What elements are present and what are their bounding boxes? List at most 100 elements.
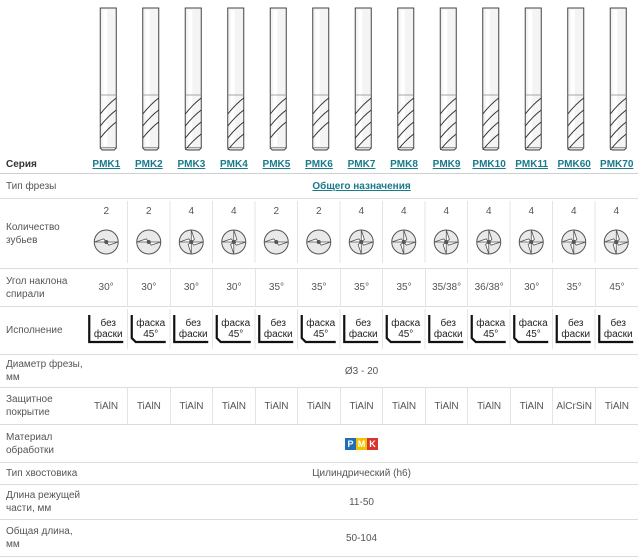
material-k-badge: K xyxy=(367,437,379,450)
series-link-pmk1[interactable]: PMK1 xyxy=(92,159,120,170)
teeth-count: 4 xyxy=(231,206,237,217)
series-link-pmk9[interactable]: PMK9 xyxy=(433,159,461,170)
cross-section-icon xyxy=(93,229,119,255)
edge-text: фаска xyxy=(221,317,250,329)
total-length-value: 50-104 xyxy=(85,519,638,557)
coating-value: TiAlN xyxy=(339,387,383,425)
edge-text: без xyxy=(186,317,202,329)
series-link-pmk10[interactable]: PMK10 xyxy=(472,159,505,170)
teeth-count: 2 xyxy=(316,206,322,217)
coating-value: TiAlN xyxy=(297,387,341,425)
edge-row: Исполнение без фаски фаска 45° без фаски фаска… xyxy=(0,306,638,355)
shank-value: Цилиндрический (h6) xyxy=(85,462,638,485)
edge-label: Исполнение xyxy=(0,306,86,355)
end-mill-image xyxy=(609,7,627,151)
edge-text: фаски xyxy=(434,328,463,340)
teeth-count: 4 xyxy=(401,206,407,217)
series-label: Серия xyxy=(0,155,86,174)
helix-value: 35° xyxy=(382,268,426,307)
end-mill-image xyxy=(567,7,585,151)
series-link-pmk70[interactable]: PMK70 xyxy=(600,159,633,170)
end-mill-image xyxy=(482,7,500,151)
edge-text: фаска xyxy=(136,317,165,329)
edge-cell: безфаски xyxy=(594,309,634,349)
teeth-count: 4 xyxy=(486,206,492,217)
series-link-pmk11[interactable]: PMK11 xyxy=(515,159,548,170)
end-mill-image xyxy=(227,7,245,151)
helix-value: 30° xyxy=(85,268,128,307)
edge-text: без xyxy=(271,317,287,329)
edge-cell: фаска45° xyxy=(127,309,166,349)
coating-value: TiAlN xyxy=(254,387,298,425)
helix-value: 30° xyxy=(169,268,213,307)
edge-text: без xyxy=(611,317,627,329)
edge-text: без xyxy=(568,317,584,329)
cross-section-icon xyxy=(306,229,332,255)
material-label: Материал обработки xyxy=(0,424,86,463)
teeth-cell: 4 xyxy=(552,201,587,263)
series-link-pmk7[interactable]: PMK7 xyxy=(348,159,376,170)
end-mill-image xyxy=(439,7,457,151)
helix-value: 35/38° xyxy=(424,268,468,307)
series-link-pmk6[interactable]: PMK6 xyxy=(305,159,333,170)
edge-text: 45° xyxy=(526,329,541,340)
edge-text: фаска xyxy=(476,317,505,329)
end-mill-image xyxy=(269,7,287,151)
teeth-cell: 4 xyxy=(339,201,374,263)
series-row: Серия PMK1 PMK2 PMK3 PMK4 PMK5 PMK6 PMK7… xyxy=(0,155,638,174)
helix-value: 36/38° xyxy=(467,268,511,307)
series-link-pmk8[interactable]: PMK8 xyxy=(390,159,418,170)
product-spec-page: Серия PMK1 PMK2 PMK3 PMK4 PMK5 PMK6 PMK7… xyxy=(0,0,640,557)
edge-cell: безфаски xyxy=(254,309,294,349)
edge-cell: безфаски xyxy=(88,315,124,344)
teeth-cell: 4 xyxy=(424,201,459,263)
cross-section-icon xyxy=(391,229,417,255)
series-link-pmk3[interactable]: PMK3 xyxy=(177,159,205,170)
cross-section-icon xyxy=(561,229,587,255)
series-link-pmk2[interactable]: PMK2 xyxy=(135,159,163,170)
teeth-cell: 4 xyxy=(509,201,544,263)
edge-text: без xyxy=(101,317,117,329)
teeth-row: Количество зубьев 2 2 4 4 2 2 4 4 4 4 4 4 4 xyxy=(0,198,638,269)
edge-cell: фаска45° xyxy=(467,309,506,349)
edge-cell: фаска45° xyxy=(297,309,336,349)
cross-section-icon xyxy=(178,229,204,255)
edge-cell: безфаски xyxy=(424,309,464,349)
coating-value: TiAlN xyxy=(594,387,638,425)
diameter-value: Ø3 - 20 xyxy=(85,354,638,388)
cross-section-icon xyxy=(136,229,162,255)
end-mill-image xyxy=(312,7,330,151)
cross-section-icon xyxy=(518,229,544,255)
helix-label: Угол наклона спирали xyxy=(0,268,86,307)
edge-text: фаски xyxy=(604,328,633,340)
helix-value: 35° xyxy=(339,268,383,307)
coating-row: Защитное покрытие TiAlN TiAlN TiAlN TiAl… xyxy=(0,387,638,425)
coating-value: TiAlN xyxy=(169,387,213,425)
edge-cell: фаска45° xyxy=(212,309,251,349)
teeth-cell: 4 xyxy=(212,201,247,263)
teeth-count: 4 xyxy=(614,206,620,217)
teeth-cell: 4 xyxy=(169,201,204,263)
total-length-row: Общая длина, мм 50-104 xyxy=(0,519,638,557)
series-link-pmk4[interactable]: PMK4 xyxy=(220,159,248,170)
teeth-label: Количество зубьев xyxy=(0,198,86,269)
coating-value: TiAlN xyxy=(85,387,128,425)
edge-text: фаски xyxy=(264,328,293,340)
shank-label: Тип хвостовика xyxy=(0,462,86,485)
edge-text: без xyxy=(356,317,372,329)
series-link-pmk5[interactable]: PMK5 xyxy=(263,159,291,170)
series-link-pmk60[interactable]: PMK60 xyxy=(557,159,590,170)
teeth-count: 2 xyxy=(274,206,280,217)
end-mill-image xyxy=(354,7,372,151)
edge-text: без xyxy=(441,317,457,329)
cross-section-icon xyxy=(433,229,459,255)
coating-value: TiAlN xyxy=(424,387,468,425)
total-length-label: Общая длина, мм xyxy=(0,519,86,557)
coating-value: TiAlN xyxy=(467,387,511,425)
type-value-link[interactable]: Общего назначения xyxy=(312,181,410,192)
edge-text: 45° xyxy=(398,329,413,340)
edge-cell: безфаски xyxy=(552,309,591,349)
helix-value: 35° xyxy=(297,268,341,307)
teeth-cell: 4 xyxy=(594,201,629,263)
teeth-count: 4 xyxy=(189,206,195,217)
